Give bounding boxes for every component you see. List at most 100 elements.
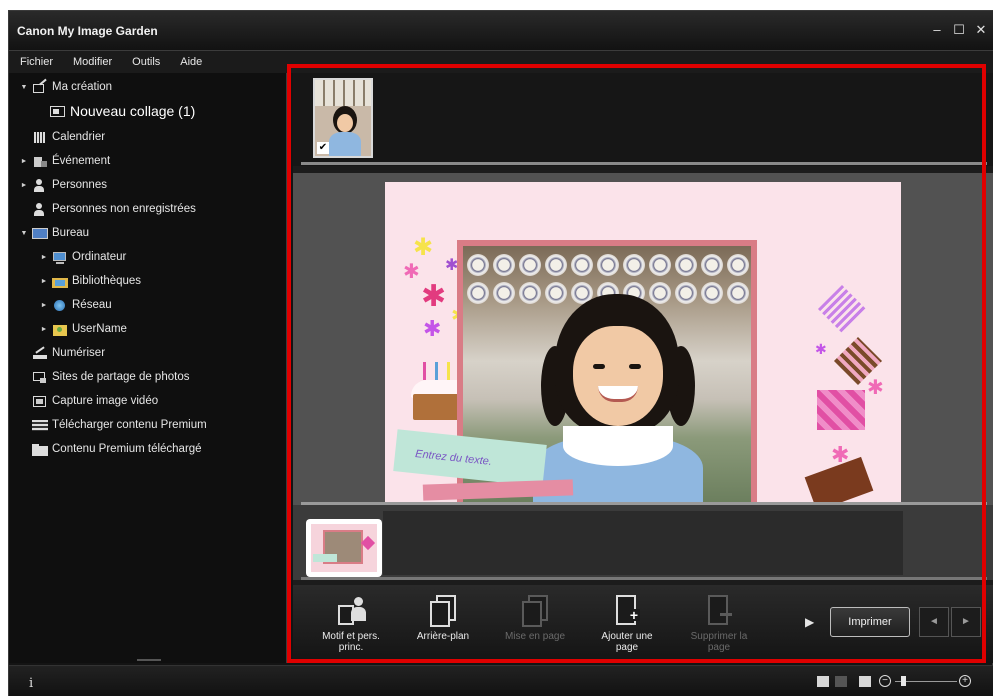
close-button[interactable]: ✕ bbox=[974, 23, 988, 37]
theme-main-people-icon bbox=[336, 595, 366, 627]
libraries-icon bbox=[52, 275, 68, 288]
sidebar-item-label: Sites de partage de photos bbox=[52, 371, 190, 383]
ajouter-une-page-button[interactable]: + Ajouter une page bbox=[591, 589, 663, 659]
computer-icon bbox=[52, 251, 68, 264]
sidebar-item-label: Personnes non enregistrées bbox=[52, 203, 196, 215]
tool-label: Mise en page bbox=[504, 631, 566, 642]
sidebar-item-premium-telecharge[interactable]: Contenu Premium téléchargé bbox=[29, 439, 202, 459]
sidebar-item-label: Événement bbox=[52, 155, 111, 167]
app-window: Canon My Image Garden – ☐ ✕ Fichier Modi… bbox=[8, 10, 993, 696]
sidebar-item-label: Bibliothèques bbox=[72, 275, 142, 287]
thumbnail-scrollbar[interactable] bbox=[301, 162, 987, 165]
calendar-icon bbox=[32, 131, 48, 144]
expand-arrow-icon[interactable]: ▼ bbox=[19, 230, 29, 237]
expand-arrow-icon[interactable]: ► bbox=[19, 158, 29, 165]
sidebar-item-telecharger-premium[interactable]: Télécharger contenu Premium bbox=[29, 415, 207, 435]
sidebar-item-label: Ma création bbox=[52, 81, 113, 93]
zoom-in-icon[interactable]: + bbox=[959, 675, 971, 687]
sidebar-resize-handle[interactable] bbox=[137, 659, 161, 661]
sidebar-item-ordinateur[interactable]: ► Ordinateur bbox=[39, 247, 126, 267]
expand-arrow-icon[interactable]: ► bbox=[39, 278, 49, 285]
sidebar-item-label: Nouveau collage (1) bbox=[70, 103, 196, 119]
collage-icon bbox=[50, 105, 66, 118]
flower-decoration: ✱ bbox=[403, 261, 420, 283]
details-view-icon[interactable] bbox=[817, 676, 829, 687]
full-screen-icon[interactable] bbox=[859, 676, 871, 687]
expand-arrow-icon[interactable]: ► bbox=[39, 254, 49, 261]
user-folder-icon bbox=[52, 323, 68, 336]
page-filmstrip-track bbox=[383, 511, 903, 575]
title-bar: Canon My Image Garden – ☐ ✕ bbox=[9, 11, 993, 51]
sidebar-item-username[interactable]: ► UserName bbox=[39, 319, 127, 339]
editing-area: ✔ ✱ ✱ ✱ ✱ ✱ ✱ bbox=[293, 73, 993, 663]
sidebar-item-nouveau-collage[interactable]: Nouveau collage (1) bbox=[47, 101, 195, 121]
video-capture-icon bbox=[32, 395, 48, 408]
menu-modifier[interactable]: Modifier bbox=[67, 56, 126, 68]
menu-bar: Fichier Modifier Outils Aide bbox=[9, 51, 993, 73]
sidebar-item-bureau[interactable]: ▼ Bureau bbox=[19, 223, 90, 243]
expand-arrow-icon[interactable]: ► bbox=[39, 302, 49, 309]
desktop-icon bbox=[32, 227, 48, 240]
sidebar-item-label: Personnes bbox=[52, 179, 107, 191]
unregistered-people-icon bbox=[32, 202, 48, 216]
expand-arrow-icon[interactable]: ► bbox=[19, 182, 29, 189]
maximize-button[interactable]: ☐ bbox=[952, 23, 966, 37]
bottom-toolbar: Motif et pers. princ. Arrière-plan Mise … bbox=[293, 585, 993, 663]
expand-arrow-icon[interactable]: ▼ bbox=[19, 84, 29, 91]
previous-page-button[interactable]: ◄ bbox=[919, 607, 949, 637]
item-thumbnail[interactable]: ✔ bbox=[313, 78, 373, 158]
sidebar-item-label: Bureau bbox=[52, 227, 90, 239]
menu-outils[interactable]: Outils bbox=[126, 56, 174, 68]
tool-label: Motif et pers. princ. bbox=[322, 631, 380, 653]
sidebar-item-label: Contenu Premium téléchargé bbox=[52, 443, 202, 455]
delete-page-icon bbox=[704, 595, 734, 627]
menu-fichier[interactable]: Fichier bbox=[14, 56, 67, 68]
sidebar-item-personnes-non-enregistrees[interactable]: Personnes non enregistrées bbox=[29, 199, 196, 219]
sidebar-item-numeriser[interactable]: Numériser bbox=[29, 343, 105, 363]
flower-decoration: ✱ bbox=[423, 316, 442, 341]
my-art-icon bbox=[32, 78, 48, 94]
next-page-button[interactable]: ► bbox=[951, 607, 981, 637]
menu-aide[interactable]: Aide bbox=[174, 56, 216, 68]
zoom-slider-thumb[interactable] bbox=[901, 676, 906, 686]
flower-decoration: ✱ bbox=[421, 280, 447, 313]
zoom-out-icon[interactable]: − bbox=[879, 675, 891, 687]
flower-decoration: ✱ bbox=[815, 341, 827, 357]
expand-arrow-icon[interactable]: ► bbox=[39, 326, 49, 333]
layout-icon bbox=[520, 595, 550, 627]
sidebar-item-personnes[interactable]: ► Personnes bbox=[19, 175, 107, 195]
sidebar-item-evenement[interactable]: ► Événement bbox=[19, 151, 111, 171]
people-icon bbox=[32, 178, 48, 192]
print-button[interactable]: Imprimer bbox=[830, 607, 910, 637]
collage-canvas[interactable]: ✱ ✱ ✱ ✱ ✱ ✱ bbox=[385, 182, 901, 502]
page-thumbnail[interactable] bbox=[306, 519, 382, 577]
preview-area: ✱ ✱ ✱ ✱ ✱ ✱ bbox=[293, 173, 993, 505]
event-icon bbox=[32, 155, 48, 168]
motif-pers-princ-button[interactable]: Motif et pers. princ. bbox=[315, 589, 387, 659]
sidebar-item-bibliotheques[interactable]: ► Bibliothèques bbox=[39, 271, 141, 291]
tool-label: Arrière-plan bbox=[416, 631, 470, 642]
more-tools-arrow-icon[interactable]: ▶ bbox=[805, 615, 814, 629]
info-icon[interactable]: i bbox=[29, 676, 33, 691]
sidebar-item-reseau[interactable]: ► Réseau bbox=[39, 295, 112, 315]
arriere-plan-button[interactable]: Arrière-plan bbox=[407, 589, 479, 659]
add-page-icon: + bbox=[612, 595, 642, 627]
wood-decoration bbox=[804, 456, 874, 502]
downloaded-premium-icon bbox=[32, 443, 48, 456]
thumbnail-view-icon[interactable] bbox=[835, 676, 847, 687]
sidebar-item-calendrier[interactable]: Calendrier bbox=[29, 127, 105, 147]
sidebar-item-sites-partage[interactable]: Sites de partage de photos bbox=[29, 367, 189, 387]
tool-label: Supprimer la page bbox=[690, 631, 748, 653]
supprimer-la-page-button[interactable]: Supprimer la page bbox=[683, 589, 755, 659]
item-thumbnail-strip: ✔ bbox=[293, 73, 993, 166]
mise-en-page-button[interactable]: Mise en page bbox=[499, 589, 571, 659]
sidebar-item-ma-creation[interactable]: ▼ Ma création bbox=[19, 77, 112, 97]
tool-label: Ajouter une page bbox=[601, 631, 653, 653]
status-bar: i − + bbox=[9, 665, 993, 696]
filmstrip-scrollbar[interactable] bbox=[301, 577, 987, 580]
minimize-button[interactable]: – bbox=[930, 23, 944, 37]
sidebar-item-capture-video[interactable]: Capture image vidéo bbox=[29, 391, 158, 411]
selected-check-icon[interactable]: ✔ bbox=[317, 142, 329, 154]
background-icon bbox=[428, 595, 458, 627]
window-title: Canon My Image Garden bbox=[17, 24, 158, 38]
